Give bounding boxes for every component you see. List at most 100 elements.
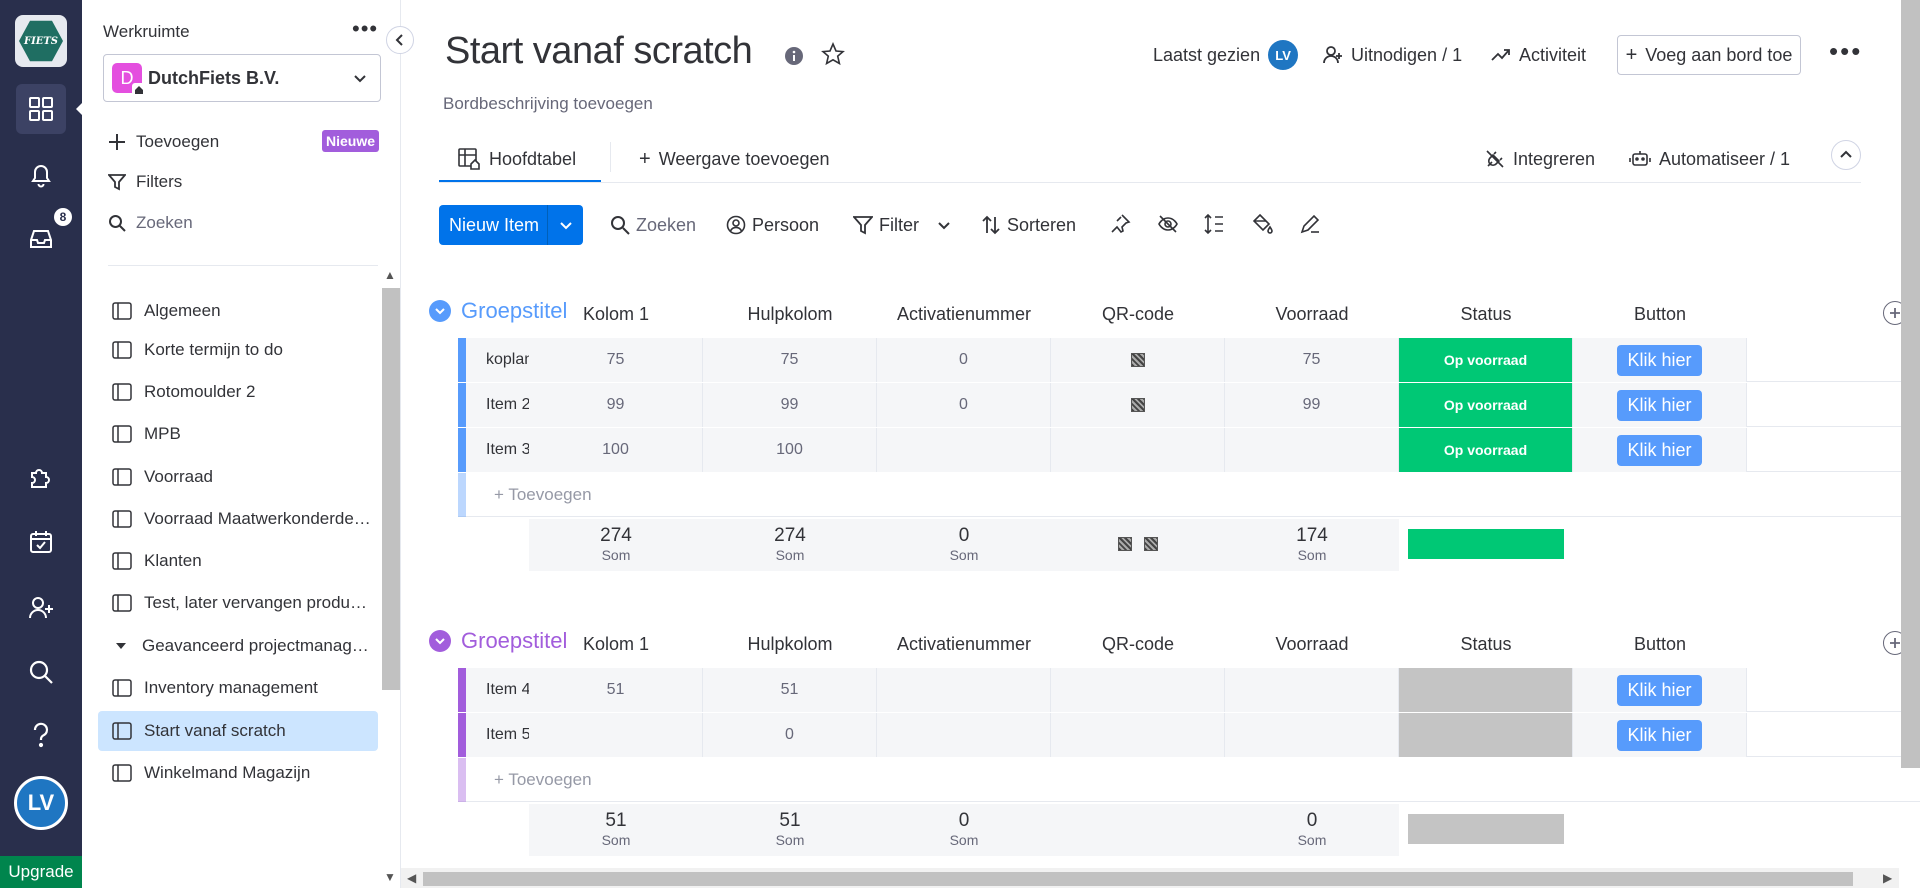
upgrade-button[interactable]: Upgrade (0, 856, 82, 888)
kolom1-cell[interactable]: 100 (529, 428, 703, 472)
item-name[interactable]: Item 2 (486, 396, 530, 414)
horizontal-scrollbar-thumb[interactable] (423, 872, 1853, 886)
sidebar-item-11[interactable]: Winkelmand Magazijn (98, 753, 378, 793)
sidebar-item-7[interactable]: Test, later vervangen producten (98, 583, 378, 623)
scroll-down-arrow[interactable]: ▼ (384, 870, 396, 884)
table-row[interactable]: Item 2 99 99 0 99 Op voorraad Klik hier (458, 383, 1920, 427)
kolom1-cell[interactable] (529, 713, 703, 757)
status-cell[interactable] (1399, 668, 1573, 712)
klik-hier-button[interactable]: Klik hier (1617, 344, 1702, 376)
klik-hier-button[interactable]: Klik hier (1617, 719, 1702, 751)
scroll-right-arrow[interactable]: ▶ (1883, 871, 1892, 885)
board-search-input[interactable]: Zoeken (610, 212, 696, 238)
help-button[interactable] (16, 710, 66, 760)
new-item-dropdown[interactable] (547, 205, 583, 245)
sidebar-search-input[interactable]: Zoeken (108, 209, 193, 237)
status-cell[interactable]: Op voorraad (1399, 338, 1573, 382)
my-work-button[interactable] (16, 517, 66, 567)
status-cell[interactable]: Op voorraad (1399, 428, 1573, 472)
automate-button[interactable]: Automatiseer / 1 (1629, 144, 1790, 174)
paint-bucket-icon[interactable] (1251, 213, 1273, 235)
new-item-button[interactable]: Nieuw Item (439, 205, 583, 245)
sidebar-item-2[interactable]: Rotomoulder 2 (98, 372, 378, 412)
row-height-icon[interactable] (1203, 213, 1225, 235)
column-header[interactable]: Activatienummer (877, 634, 1051, 655)
column-header[interactable]: Voorraad (1225, 304, 1399, 325)
tab-add-view[interactable]: + Weergave toevoegen (639, 144, 829, 174)
kolom1-cell[interactable]: 75 (529, 338, 703, 382)
column-header[interactable]: Hulpkolom (703, 634, 877, 655)
workspace-more-icon[interactable]: ••• (352, 16, 378, 42)
column-header[interactable]: Voorraad (1225, 634, 1399, 655)
activatie-cell[interactable] (877, 428, 1051, 472)
qr-cell[interactable] (1051, 668, 1225, 712)
invite-members-button[interactable] (16, 583, 66, 633)
collapse-group-icon[interactable] (429, 300, 451, 322)
qr-cell[interactable] (1051, 338, 1225, 382)
table-row[interactable]: koplamp 75 75 0 75 Op voorraad Klik hier (458, 338, 1920, 382)
sidebar-item-6[interactable]: Klanten (98, 541, 378, 581)
item-name[interactable]: Item 4 (486, 681, 530, 699)
person-filter-button[interactable]: Persoon (726, 212, 819, 238)
filter-button[interactable]: Filter (853, 212, 957, 238)
activatie-cell[interactable]: 0 (877, 383, 1051, 427)
search-button[interactable] (16, 647, 66, 697)
hulp-cell[interactable]: 51 (703, 668, 877, 712)
column-header[interactable]: Status (1399, 634, 1573, 655)
table-row[interactable]: Item 4 51 51 Klik hier (458, 668, 1920, 712)
hulp-cell[interactable]: 99 (703, 383, 877, 427)
sidebar-item-4[interactable]: Voorraad (98, 457, 378, 497)
column-header[interactable]: Kolom 1 (529, 634, 703, 655)
hulp-cell[interactable]: 75 (703, 338, 877, 382)
column-header[interactable]: Button (1573, 634, 1747, 655)
workspace-apps-button[interactable] (16, 84, 66, 134)
item-name[interactable]: Item 5 (486, 726, 530, 744)
add-item-row[interactable]: + Toevoegen (458, 758, 1920, 802)
info-icon[interactable] (784, 46, 804, 66)
integrate-button[interactable]: Integreren (1485, 144, 1595, 174)
voorraad-cell[interactable] (1225, 428, 1399, 472)
voorraad-cell[interactable]: 75 (1225, 338, 1399, 382)
sidebar-item-1[interactable]: Korte termijn to do (98, 330, 378, 370)
filters-button[interactable]: Filters (108, 168, 182, 196)
collapse-sidebar-button[interactable] (386, 26, 414, 54)
activatie-cell[interactable] (877, 668, 1051, 712)
sidebar-item-9[interactable]: Inventory management (98, 668, 378, 708)
voorraad-cell[interactable] (1225, 668, 1399, 712)
board-more-icon[interactable]: ••• (1829, 36, 1862, 67)
status-cell[interactable] (1399, 713, 1573, 757)
hulp-cell[interactable]: 100 (703, 428, 877, 472)
star-icon[interactable] (821, 42, 845, 66)
column-header[interactable]: Activatienummer (877, 304, 1051, 325)
column-header[interactable]: Hulpkolom (703, 304, 877, 325)
hulp-cell[interactable]: 0 (703, 713, 877, 757)
table-row[interactable]: Item 3 100 100 Op voorraad Klik hier (458, 428, 1920, 472)
add-button[interactable]: Toevoegen (108, 128, 219, 156)
table-row[interactable]: Item 5 0 Klik hier (458, 713, 1920, 757)
column-header[interactable]: Status (1399, 304, 1573, 325)
scroll-up-arrow[interactable]: ▲ (384, 268, 396, 282)
column-header[interactable]: Button (1573, 304, 1747, 325)
user-avatar[interactable]: LV (14, 776, 68, 830)
klik-hier-button[interactable]: Klik hier (1617, 434, 1702, 466)
status-cell[interactable]: Op voorraad (1399, 383, 1573, 427)
workspace-selector[interactable]: D DutchFiets B.V. (103, 54, 381, 102)
sidebar-item-0[interactable]: Algemeen (98, 291, 378, 331)
sidebar-item-10[interactable]: Start vanaf scratch (98, 711, 378, 751)
sidebar-item-5[interactable]: Voorraad Maatwerkonderdelen (98, 499, 378, 539)
main-vertical-scrollbar[interactable] (1901, 0, 1920, 768)
invite-button[interactable]: Uitnodigen / 1 (1323, 42, 1462, 68)
edit-icon[interactable] (1299, 213, 1321, 235)
column-header[interactable]: Kolom 1 (529, 304, 703, 325)
chevron-down-icon[interactable] (937, 218, 951, 232)
tab-main-table[interactable]: Hoofdtabel (457, 144, 576, 174)
board-description[interactable]: Bordbeschrijving toevoegen (443, 94, 653, 114)
voorraad-cell[interactable] (1225, 713, 1399, 757)
activatie-cell[interactable]: 0 (877, 338, 1051, 382)
column-header[interactable]: QR-code (1051, 304, 1225, 325)
hide-icon[interactable] (1157, 213, 1179, 235)
activatie-cell[interactable] (877, 713, 1051, 757)
collapse-header-button[interactable] (1831, 140, 1861, 170)
qr-cell[interactable] (1051, 713, 1225, 757)
company-logo[interactable]: FIETS (15, 15, 67, 67)
